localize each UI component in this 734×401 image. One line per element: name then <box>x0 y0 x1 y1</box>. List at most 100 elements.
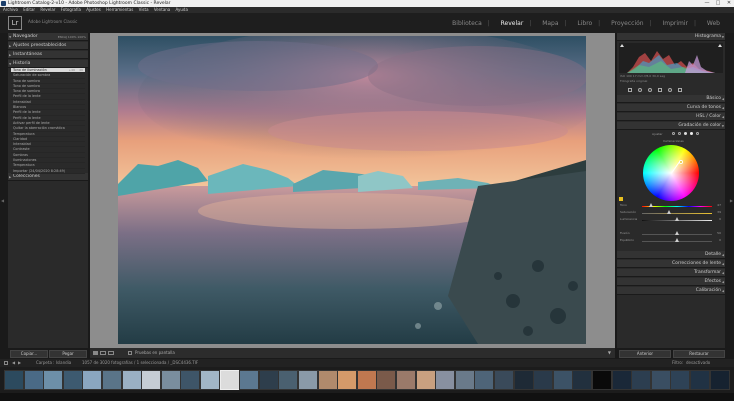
maximize-button[interactable]: □ <box>713 0 723 7</box>
module-web[interactable]: Web <box>707 20 720 27</box>
filmstrip-thumbnail[interactable] <box>611 370 632 390</box>
radial-filter-icon[interactable] <box>668 88 672 92</box>
filmstrip-thumbnail[interactable] <box>337 370 358 390</box>
histogram-chart[interactable] <box>619 43 723 73</box>
slider-value[interactable]: 47 <box>717 203 721 207</box>
balance-slider[interactable]: Equilibrio 0 <box>620 238 722 244</box>
right-panel-toggle-icon[interactable]: ▶ <box>730 198 733 203</box>
color-wheel[interactable] <box>643 145 699 201</box>
grading-3way-icon[interactable] <box>672 132 675 135</box>
menu-editar[interactable]: Editar <box>23 7 35 12</box>
detail-header[interactable]: Detalle ◀ <box>617 251 725 259</box>
filmstrip-thumbnail[interactable] <box>513 370 534 390</box>
minimize-button[interactable]: — <box>702 0 712 7</box>
before-after-icon[interactable] <box>108 351 114 355</box>
red-eye-icon[interactable] <box>648 88 652 92</box>
hsl-header[interactable]: HSL / Color ◀ <box>617 113 725 121</box>
module-revelar[interactable]: Revelar <box>501 20 524 27</box>
filmstrip-thumbnail[interactable] <box>4 370 24 390</box>
filmstrip-thumbnail[interactable] <box>356 370 377 390</box>
graduated-filter-icon[interactable] <box>658 88 662 92</box>
filmstrip-thumbnail[interactable] <box>62 370 83 390</box>
slider-knob[interactable] <box>675 238 679 242</box>
filmstrip-thumbnail[interactable] <box>121 370 142 390</box>
color-swatch[interactable] <box>619 197 623 201</box>
crop-tool-icon[interactable] <box>628 88 632 92</box>
lens-corrections-header[interactable]: Correcciones de lente ◀ <box>617 260 725 268</box>
slider-value[interactable]: 50 <box>717 231 721 235</box>
filmstrip-thumbnail[interactable] <box>200 370 220 390</box>
slider-knob[interactable] <box>667 210 672 214</box>
soft-proof-checkbox[interactable] <box>128 351 132 355</box>
reset-button[interactable]: Restaurar <box>673 350 725 358</box>
filmstrip-thumbnail[interactable] <box>82 370 103 390</box>
collections-header[interactable]: ▶ Colecciones <box>8 173 88 181</box>
menu-archivo[interactable]: Archivo <box>3 7 18 12</box>
filter-value[interactable]: desactivado <box>686 359 710 367</box>
filmstrip-thumbnail[interactable] <box>474 370 495 390</box>
filmstrip-thumbnail[interactable] <box>552 370 573 390</box>
module-proyeccion[interactable]: Proyección <box>611 20 644 27</box>
slider-value[interactable]: 39 <box>717 210 721 214</box>
menu-herramientas[interactable]: Herramientas <box>106 7 133 12</box>
adjustment-brush-icon[interactable] <box>678 88 682 92</box>
spot-removal-icon[interactable] <box>638 88 642 92</box>
filmstrip-thumbnail[interactable] <box>454 370 475 390</box>
filmstrip-thumbnail[interactable] <box>533 370 554 390</box>
forward-arrow-icon[interactable]: ▶ <box>18 359 21 367</box>
loupe-view-icon[interactable] <box>93 351 98 355</box>
filmstrip-thumbnail[interactable] <box>494 370 514 390</box>
filmstrip-thumbnail[interactable] <box>415 370 436 390</box>
history-item[interactable]: Importar (24/04/2020 8:28:49) <box>11 169 85 174</box>
filmstrip-thumbnail[interactable] <box>396 370 416 390</box>
slider-track[interactable] <box>642 212 712 214</box>
slider-knob[interactable] <box>675 217 679 221</box>
snapshots-header[interactable]: ▶ Instantáneas <box>8 51 88 59</box>
left-panel-toggle-icon[interactable]: ◀ <box>1 198 4 203</box>
filmstrip-thumbnail[interactable] <box>23 370 44 390</box>
previous-button[interactable]: Anterior <box>619 350 671 358</box>
menu-revelar[interactable]: Revelar <box>40 7 55 12</box>
histogram-header[interactable]: Histograma ▼ <box>617 33 725 41</box>
module-biblioteca[interactable]: Biblioteca <box>452 20 482 27</box>
saturation-slider[interactable]: Saturación 39 <box>620 210 722 216</box>
grading-midtones-icon[interactable] <box>684 132 687 135</box>
filmstrip-thumbnail[interactable] <box>278 370 299 390</box>
filmstrip-thumbnail[interactable] <box>258 370 279 390</box>
filmstrip-thumbnail[interactable] <box>180 370 201 390</box>
menu-fotografia[interactable]: Fotografía <box>61 7 81 12</box>
toolbar-menu-icon[interactable]: ▼ <box>608 348 611 358</box>
module-mapa[interactable]: Mapa <box>542 20 558 27</box>
menu-vista[interactable]: Vista <box>139 7 149 12</box>
history-header[interactable]: ▼ Historia <box>8 60 88 68</box>
filmstrip-thumbnail[interactable] <box>376 370 397 390</box>
filmstrip-thumbnail[interactable] <box>219 370 240 390</box>
filmstrip-thumbnail[interactable] <box>709 370 730 390</box>
filmstrip-thumbnail[interactable] <box>239 370 260 390</box>
slider-knob[interactable] <box>675 231 679 235</box>
filmstrip-thumbnail[interactable] <box>43 370 64 390</box>
main-photo[interactable] <box>118 36 586 344</box>
slider-value[interactable]: 0 <box>719 238 721 242</box>
menu-ajustes[interactable]: Ajustes <box>86 7 101 12</box>
copy-button[interactable]: Copiar... <box>10 350 48 358</box>
filmstrip-thumbnail[interactable] <box>592 370 612 390</box>
basic-header[interactable]: Básico ◀ <box>617 95 725 103</box>
shadow-clipping-icon[interactable] <box>620 44 624 47</box>
filmstrip-thumbnail[interactable] <box>102 370 122 390</box>
filmstrip-thumbnail[interactable] <box>670 370 691 390</box>
filmstrip-thumbnail[interactable] <box>690 370 710 390</box>
slider-knob[interactable] <box>649 203 654 207</box>
filmstrip-thumbnail[interactable] <box>298 370 318 390</box>
close-button[interactable]: ✕ <box>724 0 734 7</box>
filmstrip-thumbnail[interactable] <box>435 370 456 390</box>
filmstrip-thumbnail[interactable] <box>141 370 162 390</box>
paste-button[interactable]: Pegar <box>49 350 87 358</box>
filmstrip-thumbnail[interactable] <box>160 370 181 390</box>
navigator-header[interactable]: ▼ Navegador ENCAJ 100% 100% <box>8 33 88 41</box>
transform-header[interactable]: Transformar ◀ <box>617 269 725 277</box>
compare-view-icon[interactable] <box>100 351 106 355</box>
color-wheel-handle[interactable] <box>679 160 683 164</box>
presets-header[interactable]: ▶ Ajustes preestablecidos <box>8 42 88 50</box>
module-imprimir[interactable]: Imprimir <box>662 20 688 27</box>
